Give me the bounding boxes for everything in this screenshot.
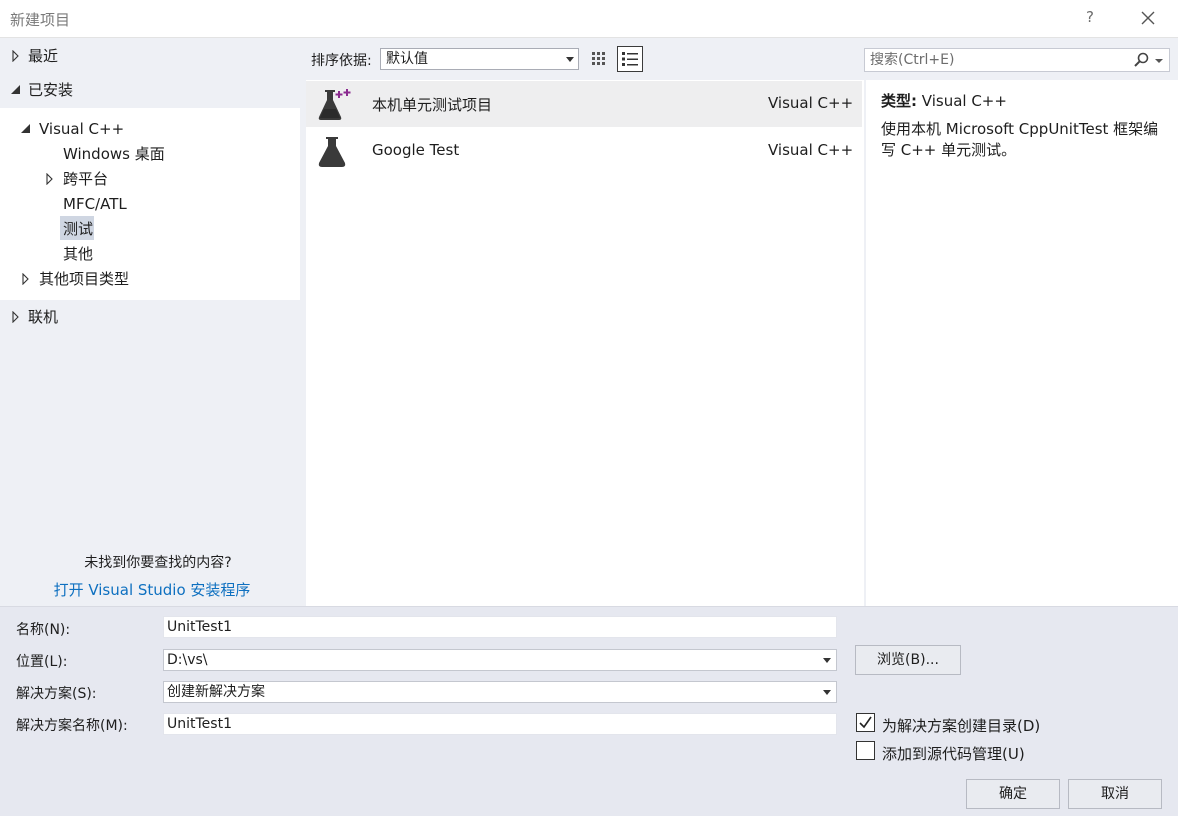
source-control-label[interactable]: 添加到源代码管理(U) <box>882 743 1025 764</box>
grid-view-icon <box>592 52 605 65</box>
expand-arrow-icon <box>12 311 19 323</box>
search-icon <box>1134 52 1149 67</box>
solution-label: 解决方案(S): <box>16 686 97 702</box>
chevron-down-icon <box>823 658 831 663</box>
ok-button[interactable]: 确定 <box>966 779 1060 809</box>
tree-item-windows-desktop[interactable]: Windows 桌面 <box>63 142 165 166</box>
open-installer-link[interactable]: 打开 Visual Studio 安装程序 <box>0 579 304 600</box>
tree-label-mfc-atl: MFC/ATL <box>63 195 127 213</box>
details-type-value: Visual C++ <box>921 92 1007 110</box>
tree-label-other-project-types: 其他项目类型 <box>39 270 130 288</box>
location-value: D:\vs\ <box>167 652 208 668</box>
checkmark-icon <box>859 716 872 729</box>
template-name: 本机单元测试项目 <box>372 96 493 114</box>
search-input[interactable]: 搜索(Ctrl+E) <box>864 48 1170 72</box>
collapse-arrow-icon <box>21 124 30 133</box>
name-label: 名称(N): <box>16 622 71 638</box>
tree-item-mfc-atl[interactable]: MFC/ATL <box>63 192 127 216</box>
solution-name-label: 解决方案名称(M): <box>16 718 128 734</box>
tree-item-test[interactable]: 测试 <box>63 217 93 241</box>
create-directory-label[interactable]: 为解决方案创建目录(D) <box>882 715 1040 736</box>
test-flask-plus-icon <box>318 89 351 120</box>
solution-value: 创建新解决方案 <box>167 684 265 700</box>
solution-name-field[interactable]: UnitTest1 <box>163 713 837 735</box>
tree-label-visual-cpp: Visual C++ <box>39 120 125 138</box>
chevron-down-icon[interactable] <box>1155 59 1163 63</box>
tree-label-test: 测试 <box>63 220 94 238</box>
template-language: Visual C++ <box>768 94 854 112</box>
close-icon <box>1141 11 1155 25</box>
tree-label-recent: 最近 <box>28 47 59 65</box>
help-button[interactable]: ? <box>1080 8 1100 30</box>
details-description: 使用本机 Microsoft CppUnitTest 框架编写 C++ 单元测试… <box>881 120 1159 159</box>
chevron-down-icon <box>566 57 574 62</box>
search-placeholder: 搜索(Ctrl+E) <box>870 52 955 68</box>
expand-arrow-icon <box>46 173 53 185</box>
tree-label-online: 联机 <box>28 308 59 326</box>
expand-arrow-icon <box>12 50 19 62</box>
tree-item-other[interactable]: 其他 <box>63 242 93 266</box>
test-flask-icon <box>318 137 346 167</box>
collapse-arrow-icon <box>11 85 20 94</box>
sort-label: 排序依据: <box>311 53 372 69</box>
expand-arrow-icon <box>22 273 29 285</box>
template-language: Visual C++ <box>768 141 854 159</box>
sort-value: 默认值 <box>386 51 428 67</box>
chevron-down-icon <box>823 690 831 695</box>
create-directory-checkbox[interactable] <box>856 713 875 732</box>
details-type: 类型: Visual C++ <box>881 90 1007 111</box>
tree-label-other: 其他 <box>63 245 94 263</box>
browse-button[interactable]: 浏览(B)... <box>855 645 961 675</box>
location-combo[interactable]: D:\vs\ <box>163 649 837 671</box>
details-type-label: 类型: <box>881 92 917 110</box>
close-button[interactable] <box>1134 4 1162 32</box>
not-found-question: 未找到你要查找的内容? <box>84 555 232 571</box>
window-title: 新建项目 <box>10 11 71 29</box>
tree-label-installed: 已安装 <box>28 81 74 99</box>
small-icons-view-button[interactable] <box>586 46 612 72</box>
solution-combo[interactable]: 创建新解决方案 <box>163 681 837 703</box>
template-name: Google Test <box>372 141 460 159</box>
sort-dropdown[interactable]: 默认值 <box>380 48 579 70</box>
location-label: 位置(L): <box>16 654 68 670</box>
title-bar: 新建项目 ? <box>0 0 1178 38</box>
source-control-checkbox[interactable] <box>856 741 875 760</box>
list-view-icon <box>622 52 638 66</box>
list-view-button[interactable] <box>617 46 643 72</box>
cancel-button[interactable]: 取消 <box>1068 779 1162 809</box>
tree-label-windows-desktop: Windows 桌面 <box>63 145 165 163</box>
template-row-google-test[interactable]: Google Test Visual C++ <box>306 128 862 174</box>
name-field[interactable]: UnitTest1 <box>163 616 837 638</box>
template-row-native-unit-test[interactable]: 本机单元测试项目 Visual C++ <box>306 81 862 127</box>
tree-label-cross-platform: 跨平台 <box>63 170 109 188</box>
